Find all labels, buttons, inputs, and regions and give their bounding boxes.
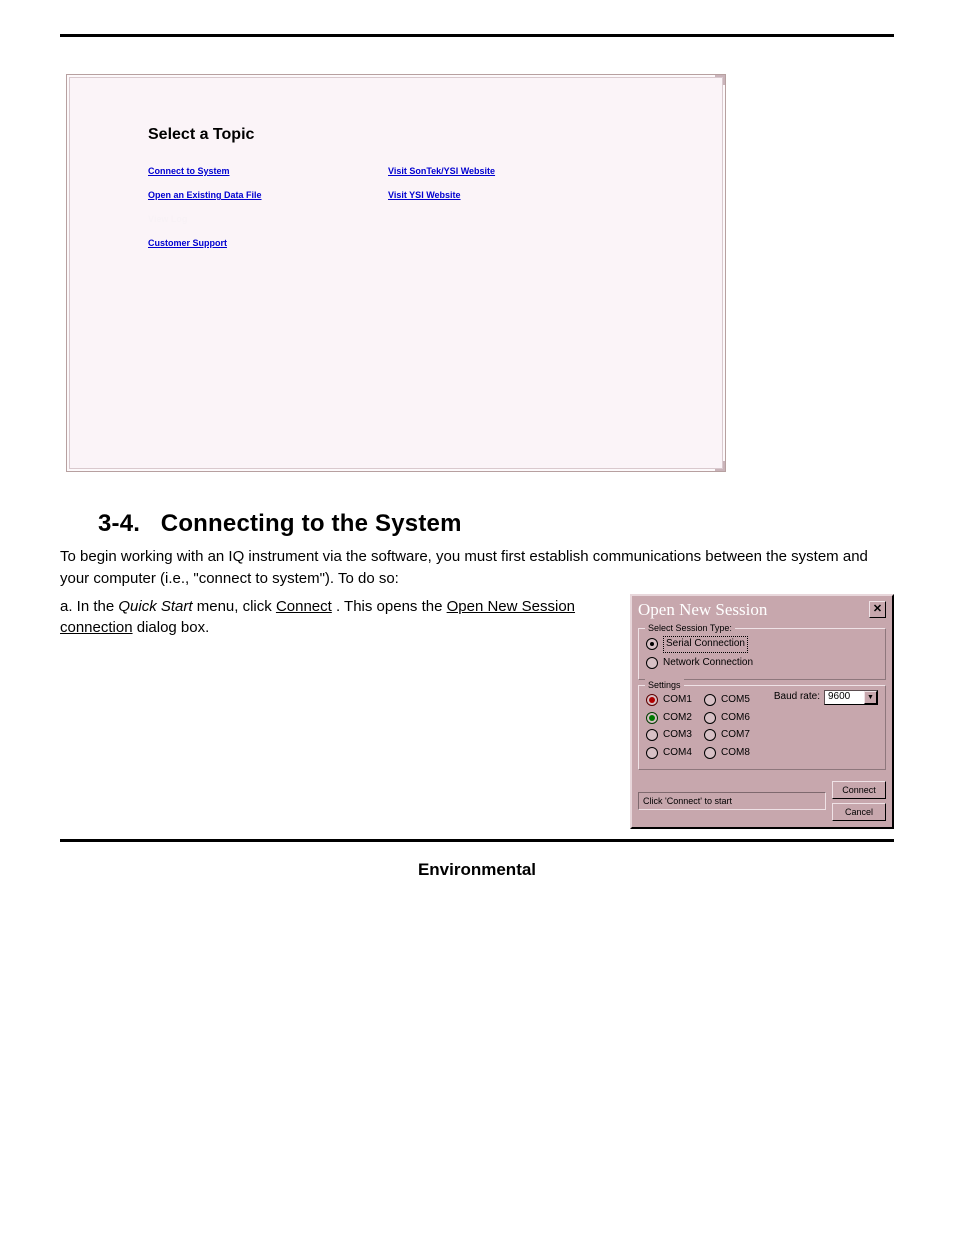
com2-label: COM2: [663, 711, 692, 726]
help-pane: Select a Topic Connect to System Open an…: [69, 77, 723, 469]
step-a-frag3: . This opens the: [336, 598, 447, 615]
section-title: Connecting to the System: [161, 510, 462, 537]
radio-com3[interactable]: COM3: [646, 728, 704, 743]
com6-label: COM6: [721, 711, 750, 726]
radio-network-icon: [646, 657, 658, 669]
com7-label: COM7: [721, 728, 750, 743]
body-text: To begin working with an IQ instrument v…: [60, 546, 894, 829]
settings-fieldset: Settings COM1 COM2: [638, 685, 886, 770]
help-links-col-left: Connect to System Open an Existing Data …: [148, 152, 388, 248]
help-links-col-right: Visit SonTek/YSI Website Visit YSI Websi…: [388, 152, 628, 248]
step-a-frag4: dialog box.: [137, 619, 210, 636]
com8-label: COM8: [721, 746, 750, 761]
radio-com7[interactable]: COM7: [704, 728, 762, 743]
help-title: Select a Topic: [148, 126, 722, 144]
radio-com3-icon: [646, 729, 658, 741]
radio-network[interactable]: Network Connection: [646, 656, 878, 671]
paragraph-intro: To begin working with an IQ instrument v…: [60, 546, 870, 590]
section-number: 3-4.: [98, 510, 140, 537]
radio-com4[interactable]: COM4: [646, 746, 704, 761]
baud-field: Baud rate: 9600 ▼: [774, 690, 878, 763]
baud-value: 9600: [828, 690, 850, 705]
step-a-italic: Quick Start: [118, 598, 192, 615]
radio-com2[interactable]: COM2: [646, 711, 704, 726]
header-rule: [60, 34, 894, 37]
help-links: Connect to System Open an Existing Data …: [148, 152, 722, 248]
step-a: a. In the Quick Start menu, click Connec…: [60, 596, 590, 640]
com5-label: COM5: [721, 693, 750, 708]
radio-com6-icon: [704, 712, 716, 724]
help-link-connect[interactable]: Connect to System: [148, 166, 388, 176]
step-a-frag1: a. In the: [60, 598, 118, 615]
help-link-ysi[interactable]: Visit YSI Website: [388, 190, 628, 200]
dialog-title: Open New Session: [638, 598, 767, 623]
radio-com8[interactable]: COM8: [704, 746, 762, 761]
baud-label: Baud rate:: [774, 690, 820, 704]
connect-button[interactable]: Connect: [832, 781, 886, 799]
footer-rule-top: [60, 839, 894, 842]
radio-com1-icon: [646, 694, 658, 706]
help-link-customer-support[interactable]: Customer Support: [148, 238, 388, 248]
help-link-open-file[interactable]: Open an Existing Data File: [148, 190, 388, 200]
help-link-view-log[interactable]: View Log: [148, 214, 388, 224]
dialog-titlebar: Open New Session ✕: [632, 596, 892, 626]
section-heading: 3-4. Connecting to the System: [98, 510, 894, 538]
step-a-connect: Connect: [276, 598, 332, 615]
radio-com5-icon: [704, 694, 716, 706]
help-window: Select a Topic Connect to System Open an…: [66, 74, 726, 472]
radio-serial[interactable]: Serial Connection: [646, 636, 878, 653]
page-footer: Environmental: [60, 860, 894, 880]
radio-serial-icon: [646, 638, 658, 650]
radio-com5[interactable]: COM5: [704, 693, 762, 708]
com3-label: COM3: [663, 728, 692, 743]
step-a-frag2: menu, click: [197, 598, 276, 615]
radio-network-label: Network Connection: [663, 656, 753, 671]
com-col-1: COM1 COM2 COM3: [646, 690, 704, 763]
radio-com1[interactable]: COM1: [646, 693, 704, 708]
radio-com4-icon: [646, 747, 658, 759]
com1-label: COM1: [663, 693, 692, 708]
radio-com2-icon: [646, 712, 658, 724]
help-link-sontek[interactable]: Visit SonTek/YSI Website: [388, 166, 628, 176]
radio-serial-label: Serial Connection: [663, 636, 748, 653]
radio-com6[interactable]: COM6: [704, 711, 762, 726]
radio-com8-icon: [704, 747, 716, 759]
cancel-button[interactable]: Cancel: [832, 803, 886, 821]
session-type-legend: Select Session Type:: [645, 622, 735, 635]
open-new-session-dialog: Open New Session ✕ Select Session Type: …: [630, 594, 894, 830]
close-icon[interactable]: ✕: [869, 601, 886, 618]
com-col-2: COM5 COM6 COM7: [704, 690, 762, 763]
com4-label: COM4: [663, 746, 692, 761]
settings-legend: Settings: [645, 679, 684, 692]
baud-select[interactable]: 9600 ▼: [824, 690, 878, 705]
session-type-fieldset: Select Session Type: Serial Connection N…: [638, 628, 886, 680]
chevron-down-icon: ▼: [864, 691, 877, 704]
status-text: Click 'Connect' to start: [638, 792, 826, 810]
radio-com7-icon: [704, 729, 716, 741]
